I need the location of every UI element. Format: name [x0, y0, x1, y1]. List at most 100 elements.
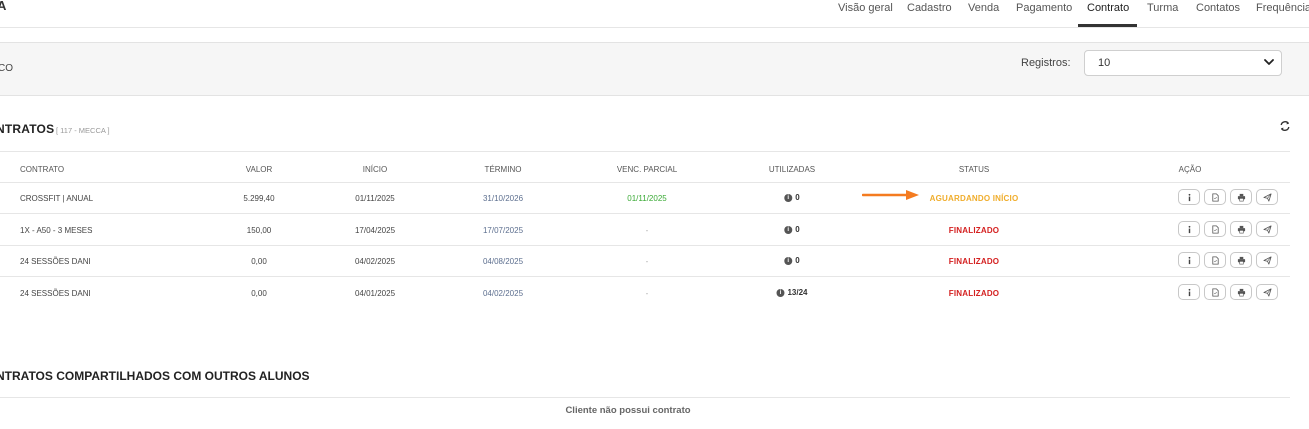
info-icon[interactable]: i	[784, 256, 793, 265]
cell-venc-parcial: 01/11/2025	[627, 194, 667, 203]
filter-bar: CO Registros: 10	[0, 42, 1309, 96]
cell-utilizadas: i 0	[784, 256, 800, 265]
status-badge: FINALIZADO	[948, 226, 1000, 235]
divider	[0, 276, 1290, 277]
paper-plane-icon	[1262, 255, 1272, 265]
shared-contracts-title: NTRATOS COMPARTILHADOS COM OUTROS ALUNOS	[0, 369, 310, 383]
cell-contrato: CROSSFIT | ANUAL	[20, 194, 94, 203]
info-icon	[1188, 288, 1190, 296]
print-button[interactable]	[1230, 284, 1252, 300]
registros-select[interactable]: 10	[1084, 50, 1282, 76]
print-button[interactable]	[1230, 189, 1252, 205]
row-actions	[1178, 221, 1278, 237]
cell-contrato: 24 SESSÕES DANI	[20, 257, 91, 266]
active-tab-indicator	[1078, 24, 1137, 27]
info-icon[interactable]: i	[784, 225, 793, 234]
info-icon	[1188, 193, 1190, 201]
cell-contrato: 1X - A50 - 3 MESES	[20, 226, 93, 235]
cell-inicio: 01/11/2025	[355, 194, 395, 203]
contracts-title: NTRATOS	[0, 122, 55, 136]
paper-plane-icon	[1262, 192, 1272, 202]
cell-utilizadas: i 0	[784, 225, 800, 234]
cell-termino: 17/07/2025	[482, 226, 524, 235]
cell-valor: 0,00	[251, 257, 267, 266]
printer-icon	[1237, 288, 1245, 296]
divider	[0, 151, 1290, 152]
col-header-venc-parcial: VENC. PARCIAL	[616, 165, 678, 174]
contracts-subtitle: [ 117 - MECCA ]	[56, 126, 110, 135]
utilizadas-value: 13/24	[787, 288, 808, 297]
divider	[0, 245, 1290, 246]
filter-label: CO	[0, 63, 13, 74]
info-icon	[1188, 225, 1190, 233]
col-header-contrato: CONTRATO	[20, 165, 65, 174]
cell-termino: 04/02/2025	[482, 289, 524, 298]
tab-pagamento[interactable]: Pagamento	[1016, 2, 1072, 14]
cell-termino: 04/08/2025	[482, 257, 524, 266]
printer-icon	[1237, 193, 1245, 201]
tab-contrato[interactable]: Contrato	[1087, 2, 1129, 14]
file-pdf-icon	[1211, 192, 1219, 202]
refresh-icon[interactable]	[1279, 120, 1291, 132]
send-button[interactable]	[1256, 284, 1278, 300]
info-icon[interactable]: i	[784, 193, 793, 202]
send-button[interactable]	[1256, 221, 1278, 237]
pdf-button[interactable]	[1204, 284, 1226, 300]
cell-inicio: 17/04/2025	[354, 226, 396, 235]
col-header-inicio: INÍCIO	[362, 165, 388, 174]
status-badge: FINALIZADO	[948, 289, 1000, 298]
cell-utilizadas: i 13/24	[776, 288, 808, 297]
divider	[0, 213, 1290, 214]
details-button[interactable]	[1178, 284, 1200, 300]
row-actions	[1178, 252, 1278, 268]
col-header-acao: AÇÃO	[1178, 165, 1202, 174]
cell-venc-parcial: -	[645, 257, 649, 266]
cell-venc-parcial: -	[645, 289, 649, 298]
col-header-status: STATUS	[958, 165, 990, 174]
info-icon[interactable]: i	[776, 288, 785, 297]
status-badge: AGUARDANDO INÍCIO	[929, 194, 1019, 203]
send-button[interactable]	[1256, 252, 1278, 268]
paper-plane-icon	[1262, 287, 1272, 297]
utilizadas-value: 0	[795, 225, 800, 234]
tab-contatos[interactable]: Contatos	[1196, 2, 1240, 14]
details-button[interactable]	[1178, 252, 1200, 268]
empty-state-message: Cliente não possui contrato	[565, 405, 691, 416]
top-navigation: A Visão geral Cadastro Venda Pagamento C…	[0, 0, 1309, 28]
tab-visao-geral[interactable]: Visão geral	[838, 2, 893, 14]
col-header-termino: TÉRMINO	[484, 165, 522, 174]
tab-cadastro[interactable]: Cadastro	[907, 2, 952, 14]
brand-logo-text: A	[0, 0, 7, 13]
details-button[interactable]	[1178, 189, 1200, 205]
cell-valor: 0,00	[251, 289, 267, 298]
details-button[interactable]	[1178, 221, 1200, 237]
print-button[interactable]	[1230, 252, 1252, 268]
cell-inicio: 04/01/2025	[354, 289, 396, 298]
file-pdf-icon	[1211, 287, 1219, 297]
cell-contrato: 24 SESSÕES DANI	[20, 289, 91, 298]
info-icon	[1188, 256, 1190, 264]
col-header-utilizadas: UTILIZADAS	[768, 165, 816, 174]
send-button[interactable]	[1256, 189, 1278, 205]
print-button[interactable]	[1230, 221, 1252, 237]
printer-icon	[1237, 225, 1245, 233]
col-header-valor: VALOR	[245, 165, 273, 174]
pdf-button[interactable]	[1204, 189, 1226, 205]
tab-turma[interactable]: Turma	[1147, 2, 1178, 14]
arrow-right-icon	[862, 190, 919, 200]
file-pdf-icon	[1211, 255, 1219, 265]
registros-value: 10	[1098, 57, 1111, 69]
chevron-down-icon	[1264, 59, 1274, 65]
cell-valor: 5.299,40	[243, 194, 275, 203]
row-actions	[1178, 284, 1278, 300]
utilizadas-value: 0	[795, 256, 800, 265]
cell-termino: 31/10/2026	[482, 194, 524, 203]
printer-icon	[1237, 256, 1245, 264]
pdf-button[interactable]	[1204, 252, 1226, 268]
pdf-button[interactable]	[1204, 221, 1226, 237]
cell-utilizadas: i 0	[784, 193, 800, 202]
tab-frequencia[interactable]: Frequência	[1256, 2, 1309, 14]
registros-label: Registros:	[1021, 57, 1071, 69]
tab-venda[interactable]: Venda	[968, 2, 999, 14]
utilizadas-value: 0	[795, 193, 800, 202]
